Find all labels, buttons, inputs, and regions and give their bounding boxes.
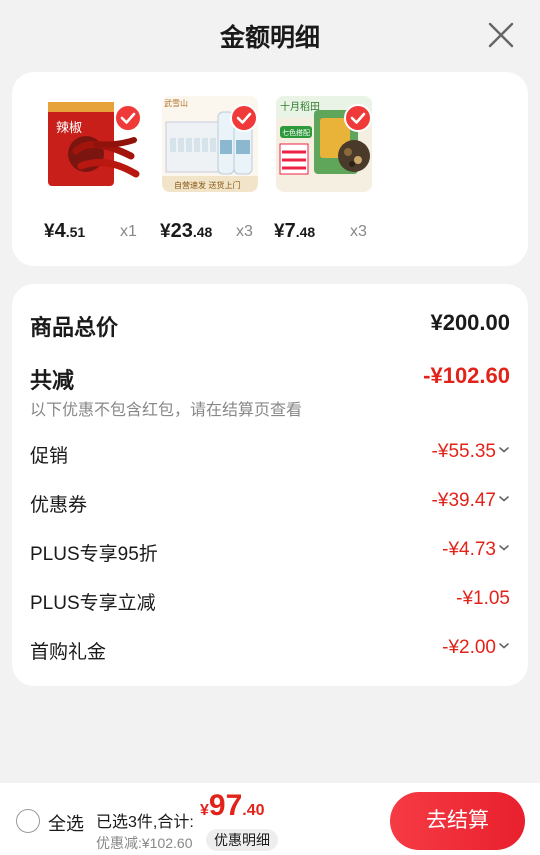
thumb-label: 十月稻田 [280, 100, 320, 113]
product-item[interactable]: 十月稻田 七色搭配 ¥7.48 x3 [274, 96, 376, 242]
discount-value: -¥55.35 [432, 441, 510, 463]
discount-label: 首购礼金 [30, 642, 107, 663]
select-all-checkbox[interactable] [16, 809, 40, 833]
thumb-label: 自营速发 送货上门 [174, 180, 241, 190]
thumb-brand: 七色搭配 [282, 128, 310, 137]
chevron-down-icon[interactable] [498, 495, 510, 503]
price-summary-card: 商品总价 ¥200.00 共减 -¥102.60 以下优惠不包含红包，请在结算页… [12, 284, 528, 686]
total-reduction-value: -¥102.60 [423, 363, 510, 388]
panel-header: 金额明细 [0, 0, 540, 72]
thumb-label: 辣椒 [56, 121, 82, 136]
product-price: ¥4.51 [44, 220, 86, 242]
discount-label: PLUS专享立减 [30, 593, 156, 614]
selected-products-card: 辣椒 ¥4.51 x1 武雪山 自营速发 送货上门 ¥23.48 x3 十月稻田… [12, 72, 528, 266]
discount-value: -¥4.73 [442, 539, 510, 561]
discount-total-text: 优惠减:¥102.60 [96, 835, 193, 851]
chevron-down-icon[interactable] [498, 446, 510, 454]
thumb-brand: 武雪山 [164, 98, 188, 108]
close-icon[interactable] [486, 20, 516, 50]
product-quantity: x3 [236, 223, 253, 240]
checked-icon[interactable] [114, 104, 142, 132]
product-price: ¥23.48 [160, 220, 213, 242]
selected-count-text: 已选3件,合计: [96, 814, 194, 831]
product-quantity: x1 [120, 223, 137, 240]
product-item[interactable]: 辣椒 ¥4.51 x1 [44, 96, 146, 242]
discount-value: -¥39.47 [432, 490, 510, 512]
discount-value: -¥2.00 [442, 637, 510, 659]
discount-label: PLUS专享95折 [30, 544, 158, 565]
select-all-label[interactable]: 全选 [48, 810, 84, 836]
product-thumbnail[interactable]: 十月稻田 七色搭配 [276, 96, 372, 192]
product-thumbnail[interactable]: 武雪山 自营速发 送货上门 [162, 96, 258, 192]
checked-icon[interactable] [344, 104, 372, 132]
selected-total-price: ¥97.40 [200, 789, 265, 822]
discount-note: 以下优惠不包含红包，请在结算页查看 [30, 402, 303, 419]
product-quantity: x3 [350, 223, 367, 240]
page-title: 金额明细 [219, 24, 320, 52]
chevron-down-icon[interactable] [498, 642, 510, 650]
discount-detail-button[interactable]: 优惠明细 [206, 829, 278, 851]
discount-label: 促销 [30, 446, 69, 467]
total-price-value: ¥200.00 [430, 310, 510, 335]
product-item[interactable]: 武雪山 自营速发 送货上门 ¥23.48 x3 [160, 96, 262, 242]
product-price: ¥7.48 [274, 220, 316, 242]
checkout-bar: 全选 已选3件,合计: ¥97.40 优惠减:¥102.60 优惠明细 去结算 [0, 783, 540, 855]
discount-value: -¥1.05 [456, 588, 510, 609]
total-price-label: 商品总价 [30, 315, 119, 340]
chevron-down-icon[interactable] [498, 544, 510, 552]
checkout-button[interactable]: 去结算 [390, 792, 525, 850]
total-reduction-label: 共减 [30, 368, 75, 393]
checked-icon[interactable] [230, 104, 258, 132]
product-thumbnail[interactable]: 辣椒 [46, 96, 142, 192]
discount-label: 优惠券 [30, 495, 88, 516]
